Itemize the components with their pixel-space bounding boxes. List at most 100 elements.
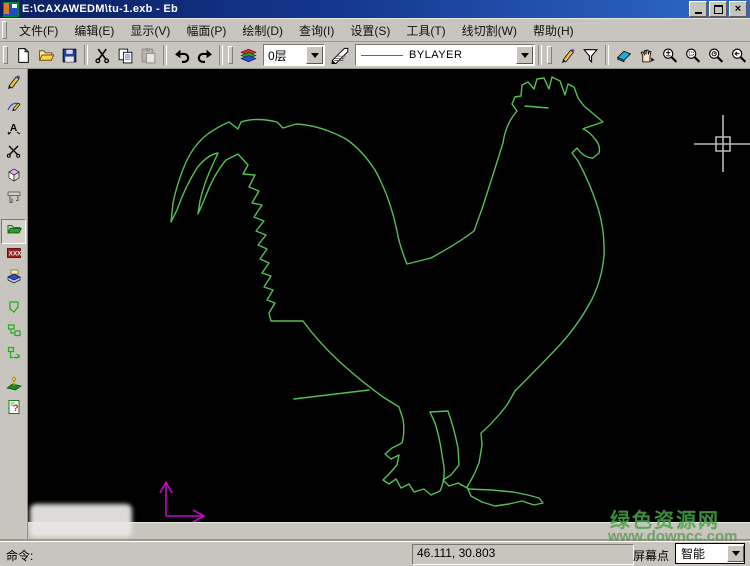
green-contour-icon	[6, 299, 22, 320]
menu-bar: 文件(F) 编辑(E) 显示(V) 幅面(P) 绘制(D) 查询(I) 设置(S…	[0, 18, 750, 42]
menu-wirecut[interactable]: 线切割(W)	[454, 20, 525, 41]
window-title: E:\CAXAWEDM\tu-1.exb - Eb	[22, 3, 689, 15]
redraw-button[interactable]	[612, 44, 635, 67]
funnel-icon	[582, 47, 599, 64]
film-xxx-icon: XXX	[6, 245, 22, 266]
layer-dropdown-button[interactable]	[306, 46, 323, 64]
watermark-site-url: www.downcc.com	[608, 528, 737, 545]
pen-icon	[6, 74, 22, 95]
erased-watermark-smudge	[30, 504, 132, 537]
zoom-previous-button[interactable]	[727, 44, 750, 67]
pan-hand-icon	[638, 47, 656, 64]
menu-settings[interactable]: 设置(S)	[342, 20, 398, 41]
paste-button[interactable]	[137, 44, 160, 67]
layer-settings-button[interactable]	[328, 44, 351, 67]
chevron-down-icon	[732, 551, 740, 560]
menu-grip[interactable]	[2, 21, 7, 39]
menu-help[interactable]: 帮助(H)	[525, 20, 582, 41]
help-doc-button[interactable]: ?	[2, 398, 25, 421]
new-button[interactable]	[12, 44, 35, 67]
layers-stack-icon	[239, 47, 258, 64]
open-button[interactable]	[35, 44, 58, 67]
command-prompt-label: 命令:	[6, 547, 33, 564]
minimize-icon	[695, 12, 702, 14]
green-folder-icon	[6, 221, 22, 242]
pen-icon	[559, 47, 576, 64]
zoom-all-button[interactable]	[704, 44, 727, 67]
toolbar-separator	[538, 45, 542, 65]
track-jump-button[interactable]	[2, 321, 25, 344]
menu-sheet[interactable]: 幅面(P)	[178, 20, 234, 41]
track-merge-button[interactable]	[2, 344, 25, 367]
undo-arrow-icon	[173, 47, 191, 64]
draw-pen-button[interactable]	[2, 73, 25, 96]
menu-edit[interactable]: 编辑(E)	[66, 20, 122, 41]
simulate-button[interactable]: XXX	[2, 244, 25, 267]
menu-view[interactable]: 显示(V)	[122, 20, 178, 41]
layer-combobox[interactable]: 0层	[263, 44, 325, 66]
toolbar-grip[interactable]	[228, 46, 233, 64]
redo-arrow-icon	[196, 47, 214, 64]
close-icon: ×	[735, 4, 741, 15]
undo-button[interactable]	[170, 44, 193, 67]
snap-dropdown-button[interactable]	[727, 545, 744, 562]
rooster-drawing	[171, 77, 604, 506]
snap-mode-value: 智能	[676, 545, 705, 562]
menu-draw[interactable]: 绘制(D)	[234, 20, 291, 41]
menu-query[interactable]: 查询(I)	[291, 20, 342, 41]
toolbar-separator	[84, 45, 88, 65]
drawing-canvas[interactable]	[28, 69, 750, 522]
linetype-preview	[361, 55, 403, 56]
chevron-down-icon	[521, 53, 529, 62]
caliper-icon	[6, 189, 22, 210]
toolbar-separator	[605, 45, 609, 65]
minimize-button[interactable]	[689, 1, 707, 17]
dimension-text-button[interactable]: A	[2, 119, 25, 142]
app-icon	[3, 2, 19, 17]
copy-button[interactable]	[114, 44, 137, 67]
layer-value: 0层	[264, 47, 287, 64]
linetype-dropdown-button[interactable]	[516, 46, 533, 64]
magnifier-plusminus-icon	[661, 47, 679, 64]
open-folder-icon	[38, 47, 55, 64]
zoom-window-button[interactable]	[681, 44, 704, 67]
board-pin-icon	[6, 376, 22, 397]
zoom-dynamic-button[interactable]	[658, 44, 681, 67]
drawing-layer	[28, 69, 750, 522]
question-doc-icon: ?	[6, 399, 22, 420]
copy-icon	[117, 47, 134, 64]
cut-button[interactable]	[91, 44, 114, 67]
color-pen-button[interactable]	[556, 44, 579, 67]
redo-button[interactable]	[193, 44, 216, 67]
close-button[interactable]: ×	[729, 1, 747, 17]
filter-button[interactable]	[579, 44, 602, 67]
magnifier-back-icon	[730, 47, 748, 64]
measure-button[interactable]	[2, 188, 25, 211]
save-button[interactable]	[58, 44, 81, 67]
green-flow-arrow-icon	[6, 345, 22, 366]
trim-button[interactable]	[2, 142, 25, 165]
green-flow-icon	[6, 322, 22, 343]
block-button[interactable]	[2, 165, 25, 188]
toolbar-grip[interactable]	[3, 46, 8, 64]
restore-button[interactable]	[709, 1, 727, 17]
open-track-button[interactable]	[1, 219, 26, 244]
svg-text:?: ?	[13, 403, 19, 413]
toolbar-separator	[163, 45, 167, 65]
machine-button[interactable]	[2, 375, 25, 398]
snap-mode-combobox[interactable]: 智能	[675, 543, 745, 564]
menu-file[interactable]: 文件(F)	[11, 20, 66, 41]
linetype-value: BYLAYER	[409, 49, 462, 61]
curve-edit-button[interactable]	[2, 96, 25, 119]
pan-button[interactable]	[635, 44, 658, 67]
toolbar-grip[interactable]	[547, 46, 552, 64]
keyboard-book-icon	[6, 268, 22, 289]
point-mode-label[interactable]: 屏幕点	[633, 547, 669, 564]
layers-button[interactable]	[237, 44, 260, 67]
code-button[interactable]	[2, 267, 25, 290]
track-generate-button[interactable]	[2, 298, 25, 321]
menu-tools[interactable]: 工具(T)	[398, 20, 453, 41]
linetype-combobox[interactable]: BYLAYER	[355, 44, 535, 66]
save-floppy-icon	[61, 47, 78, 64]
crosshair-cursor	[694, 115, 750, 172]
